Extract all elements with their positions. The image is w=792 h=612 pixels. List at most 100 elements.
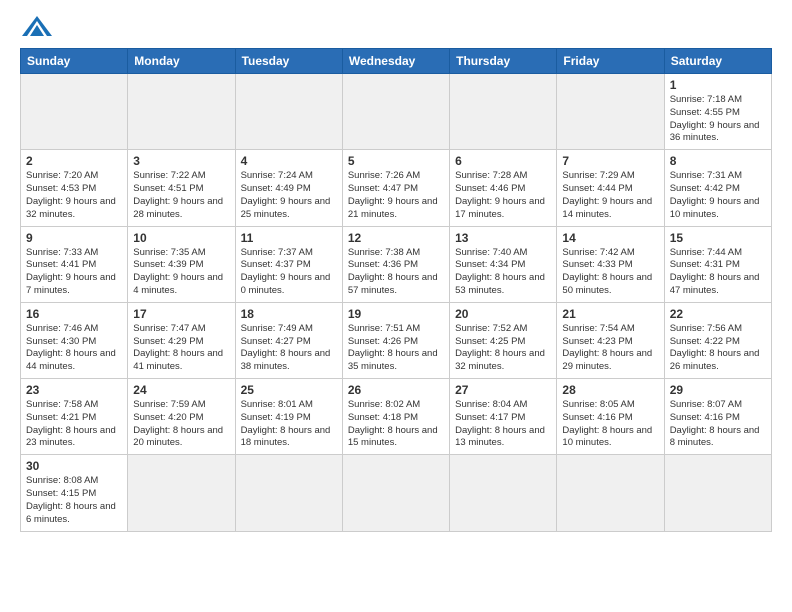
day-info: Sunrise: 8:04 AM Sunset: 4:17 PM Dayligh… <box>455 399 551 450</box>
day-cell <box>557 455 664 531</box>
day-number: 12 <box>348 231 444 245</box>
day-info: Sunrise: 7:46 AM Sunset: 4:30 PM Dayligh… <box>26 323 122 374</box>
day-number: 10 <box>133 231 229 245</box>
day-cell: 5 Sunrise: 7:26 AM Sunset: 4:47 PM Daylig… <box>342 150 449 226</box>
day-info: Sunrise: 7:24 AM Sunset: 4:49 PM Dayligh… <box>241 170 337 221</box>
day-cell: 8 Sunrise: 7:31 AM Sunset: 4:42 PM Daylig… <box>664 150 771 226</box>
day-info: Sunrise: 8:08 AM Sunset: 4:15 PM Dayligh… <box>26 475 122 526</box>
day-cell: 22Sunrise: 7:56 AM Sunset: 4:22 PM Dayli… <box>664 302 771 378</box>
day-cell: 13Sunrise: 7:40 AM Sunset: 4:34 PM Dayli… <box>450 226 557 302</box>
day-info: Sunrise: 7:54 AM Sunset: 4:23 PM Dayligh… <box>562 323 658 374</box>
day-info: Sunrise: 7:51 AM Sunset: 4:26 PM Dayligh… <box>348 323 444 374</box>
day-cell <box>128 74 235 150</box>
day-number: 13 <box>455 231 551 245</box>
day-cell <box>128 455 235 531</box>
day-number: 17 <box>133 307 229 321</box>
day-number: 3 <box>133 154 229 168</box>
week-row-5: 30 Sunrise: 8:08 AM Sunset: 4:15 PM Dayli… <box>21 455 772 531</box>
day-cell: 18 Sunrise: 7:49 AM Sunset: 4:27 PM Dayli… <box>235 302 342 378</box>
day-cell: 11 Sunrise: 7:37 AM Sunset: 4:37 PM Dayli… <box>235 226 342 302</box>
weekday-header-saturday: Saturday <box>664 49 771 74</box>
day-info: Sunrise: 7:33 AM Sunset: 4:41 PM Dayligh… <box>26 247 122 298</box>
weekday-header-wednesday: Wednesday <box>342 49 449 74</box>
day-cell: 17 Sunrise: 7:47 AM Sunset: 4:29 PM Dayli… <box>128 302 235 378</box>
day-cell: 23Sunrise: 7:58 AM Sunset: 4:21 PM Dayli… <box>21 379 128 455</box>
day-info: Sunrise: 7:35 AM Sunset: 4:39 PM Dayligh… <box>133 247 229 298</box>
day-cell <box>450 74 557 150</box>
header <box>20 16 772 40</box>
day-number: 9 <box>26 231 122 245</box>
day-info: Sunrise: 7:58 AM Sunset: 4:21 PM Dayligh… <box>26 399 122 450</box>
calendar-header: SundayMondayTuesdayWednesdayThursdayFrid… <box>21 49 772 74</box>
calendar-table: SundayMondayTuesdayWednesdayThursdayFrid… <box>20 48 772 532</box>
page: SundayMondayTuesdayWednesdayThursdayFrid… <box>0 0 792 612</box>
day-cell: 25Sunrise: 8:01 AM Sunset: 4:19 PM Dayli… <box>235 379 342 455</box>
day-info: Sunrise: 7:28 AM Sunset: 4:46 PM Dayligh… <box>455 170 551 221</box>
day-number: 30 <box>26 459 122 473</box>
day-cell: 26 Sunrise: 8:02 AM Sunset: 4:18 PM Dayli… <box>342 379 449 455</box>
week-row-2: 9 Sunrise: 7:33 AM Sunset: 4:41 PM Daylig… <box>21 226 772 302</box>
day-number: 8 <box>670 154 766 168</box>
week-row-3: 16 Sunrise: 7:46 AM Sunset: 4:30 PM Dayli… <box>21 302 772 378</box>
day-number: 18 <box>241 307 337 321</box>
day-info: Sunrise: 7:31 AM Sunset: 4:42 PM Dayligh… <box>670 170 766 221</box>
day-info: Sunrise: 8:01 AM Sunset: 4:19 PM Dayligh… <box>241 399 337 450</box>
day-info: Sunrise: 7:20 AM Sunset: 4:53 PM Dayligh… <box>26 170 122 221</box>
day-cell: 9 Sunrise: 7:33 AM Sunset: 4:41 PM Daylig… <box>21 226 128 302</box>
day-cell: 29 Sunrise: 8:07 AM Sunset: 4:16 PM Dayli… <box>664 379 771 455</box>
day-number: 6 <box>455 154 551 168</box>
day-number: 19 <box>348 307 444 321</box>
day-info: Sunrise: 8:05 AM Sunset: 4:16 PM Dayligh… <box>562 399 658 450</box>
day-cell: 12Sunrise: 7:38 AM Sunset: 4:36 PM Dayli… <box>342 226 449 302</box>
weekday-header-sunday: Sunday <box>21 49 128 74</box>
logo <box>20 16 52 40</box>
day-number: 22 <box>670 307 766 321</box>
day-cell: 30 Sunrise: 8:08 AM Sunset: 4:15 PM Dayli… <box>21 455 128 531</box>
day-cell: 10 Sunrise: 7:35 AM Sunset: 4:39 PM Dayli… <box>128 226 235 302</box>
logo-text <box>20 16 52 40</box>
day-info: Sunrise: 7:42 AM Sunset: 4:33 PM Dayligh… <box>562 247 658 298</box>
logo-icon <box>22 16 52 40</box>
day-number: 16 <box>26 307 122 321</box>
day-info: Sunrise: 7:26 AM Sunset: 4:47 PM Dayligh… <box>348 170 444 221</box>
day-info: Sunrise: 8:02 AM Sunset: 4:18 PM Dayligh… <box>348 399 444 450</box>
day-cell <box>21 74 128 150</box>
day-number: 27 <box>455 383 551 397</box>
day-cell: 7Sunrise: 7:29 AM Sunset: 4:44 PM Daylig… <box>557 150 664 226</box>
weekday-header-thursday: Thursday <box>450 49 557 74</box>
day-info: Sunrise: 7:52 AM Sunset: 4:25 PM Dayligh… <box>455 323 551 374</box>
day-cell <box>342 74 449 150</box>
day-cell: 28Sunrise: 8:05 AM Sunset: 4:16 PM Dayli… <box>557 379 664 455</box>
day-cell: 27 Sunrise: 8:04 AM Sunset: 4:17 PM Dayli… <box>450 379 557 455</box>
day-info: Sunrise: 8:07 AM Sunset: 4:16 PM Dayligh… <box>670 399 766 450</box>
day-cell: 2Sunrise: 7:20 AM Sunset: 4:53 PM Daylig… <box>21 150 128 226</box>
day-info: Sunrise: 7:18 AM Sunset: 4:55 PM Dayligh… <box>670 94 766 145</box>
day-cell: 3Sunrise: 7:22 AM Sunset: 4:51 PM Daylig… <box>128 150 235 226</box>
day-cell: 24Sunrise: 7:59 AM Sunset: 4:20 PM Dayli… <box>128 379 235 455</box>
weekday-header-monday: Monday <box>128 49 235 74</box>
day-cell: 1 Sunrise: 7:18 AM Sunset: 4:55 PM Daylig… <box>664 74 771 150</box>
day-cell: 6 Sunrise: 7:28 AM Sunset: 4:46 PM Daylig… <box>450 150 557 226</box>
day-number: 11 <box>241 231 337 245</box>
weekday-header-friday: Friday <box>557 49 664 74</box>
day-number: 5 <box>348 154 444 168</box>
day-cell <box>557 74 664 150</box>
day-cell: 19 Sunrise: 7:51 AM Sunset: 4:26 PM Dayli… <box>342 302 449 378</box>
day-cell: 4Sunrise: 7:24 AM Sunset: 4:49 PM Daylig… <box>235 150 342 226</box>
day-info: Sunrise: 7:47 AM Sunset: 4:29 PM Dayligh… <box>133 323 229 374</box>
day-number: 29 <box>670 383 766 397</box>
day-info: Sunrise: 7:44 AM Sunset: 4:31 PM Dayligh… <box>670 247 766 298</box>
day-cell: 14Sunrise: 7:42 AM Sunset: 4:33 PM Dayli… <box>557 226 664 302</box>
week-row-4: 23Sunrise: 7:58 AM Sunset: 4:21 PM Dayli… <box>21 379 772 455</box>
day-number: 1 <box>670 78 766 92</box>
day-number: 26 <box>348 383 444 397</box>
day-info: Sunrise: 7:37 AM Sunset: 4:37 PM Dayligh… <box>241 247 337 298</box>
day-cell <box>664 455 771 531</box>
week-row-0: 1 Sunrise: 7:18 AM Sunset: 4:55 PM Daylig… <box>21 74 772 150</box>
day-number: 7 <box>562 154 658 168</box>
day-number: 20 <box>455 307 551 321</box>
day-info: Sunrise: 7:49 AM Sunset: 4:27 PM Dayligh… <box>241 323 337 374</box>
day-number: 15 <box>670 231 766 245</box>
day-info: Sunrise: 7:59 AM Sunset: 4:20 PM Dayligh… <box>133 399 229 450</box>
day-number: 21 <box>562 307 658 321</box>
